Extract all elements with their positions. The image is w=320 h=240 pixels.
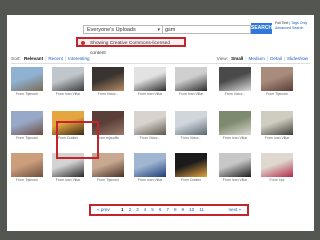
photo-thumbnail[interactable]	[175, 111, 207, 135]
pagination: « prev 1 2 3 4 5 6 7 8 9 10 11 next »	[89, 204, 249, 216]
photo-caption[interactable]: From Ivan Villar	[217, 136, 253, 140]
prev-page-link[interactable]: « prev	[97, 206, 110, 214]
view-slideshow[interactable]: Slideshow	[287, 56, 308, 61]
photo-image	[52, 67, 84, 91]
photo-thumbnail[interactable]	[219, 153, 251, 177]
photo-image	[219, 153, 251, 177]
photo-thumbnail[interactable]	[134, 67, 166, 91]
full-text-option[interactable]: Full Text	[275, 21, 288, 25]
photo-caption[interactable]: From Ivan Villar	[173, 92, 209, 96]
page-link-9[interactable]: 9	[182, 207, 185, 212]
photo-caption[interactable]: From Tijsnunk	[90, 178, 126, 182]
photo-thumbnail[interactable]	[261, 67, 293, 91]
photo-thumbnail[interactable]	[11, 67, 43, 91]
photo-caption[interactable]: From Tijsnunk	[9, 92, 45, 96]
photo-caption[interactable]: From Victor...	[173, 136, 209, 140]
page-link-4[interactable]: 4	[144, 207, 147, 212]
photo-thumbnail[interactable]	[219, 67, 251, 91]
photo-caption[interactable]: From Ivan Villar	[217, 178, 253, 182]
photo-image	[261, 67, 293, 91]
photo-image	[134, 67, 166, 91]
search-scope-value: Everyone's Uploads	[87, 27, 136, 33]
photo-caption[interactable]: From Ivan Villar	[50, 178, 86, 182]
photo-thumbnail[interactable]	[175, 67, 207, 91]
photo-image	[175, 67, 207, 91]
page-link-10[interactable]: 10	[189, 207, 194, 212]
view-small[interactable]: Small	[231, 56, 243, 61]
page-link-11[interactable]: 11	[199, 207, 204, 212]
photo-thumbnail[interactable]	[11, 111, 43, 135]
creative-commons-notice: Showing Creative Commons-licensed conten…	[76, 37, 186, 56]
page-link-7[interactable]: 7	[166, 207, 169, 212]
highlighted-photo-frame	[56, 121, 99, 159]
photo-image	[219, 67, 251, 91]
page-link-5[interactable]: 5	[151, 207, 154, 212]
page-link-8[interactable]: 8	[174, 207, 177, 212]
search-results-page: Everyone's Uploads ▾ gsm SEARCH Full Tex…	[7, 15, 314, 231]
sort-relevant[interactable]: Relevant	[24, 56, 43, 61]
photo-image	[11, 153, 43, 177]
photo-image	[175, 111, 207, 135]
toolbar-divider	[11, 63, 310, 64]
page-link-2[interactable]: 2	[129, 207, 132, 212]
photo-caption[interactable]: From Irpz	[259, 178, 295, 182]
view-label: View:	[216, 56, 228, 61]
photo-caption[interactable]: From Tijsnunk	[9, 178, 45, 182]
photo-caption[interactable]: From Tijsnunk	[259, 92, 295, 96]
next-page-link[interactable]: next »	[228, 206, 241, 214]
photo-image	[134, 111, 166, 135]
photo-thumbnail[interactable]	[261, 111, 293, 135]
photo-image	[11, 111, 43, 135]
chevron-down-icon: ▾	[157, 27, 160, 33]
photo-caption[interactable]: From Ivan Villar	[259, 136, 295, 140]
photo-thumbnail[interactable]	[52, 67, 84, 91]
photo-thumbnail[interactable]	[219, 111, 251, 135]
view-medium[interactable]: Medium	[249, 56, 265, 61]
photo-caption[interactable]: From Ivan Villar	[50, 92, 86, 96]
search-input[interactable]: gsm	[163, 25, 251, 34]
page-numbers: 1 2 3 4 5 6 7 8 9 10 11	[121, 206, 209, 214]
photo-caption[interactable]: From Victor...	[217, 92, 253, 96]
search-button[interactable]: SEARCH	[251, 23, 272, 34]
photo-image	[261, 153, 293, 177]
sort-label: Sort:	[11, 56, 21, 61]
photo-thumbnail[interactable]	[261, 153, 293, 177]
photo-image	[219, 111, 251, 135]
photo-image	[175, 153, 207, 177]
photo-image	[92, 67, 124, 91]
page-link-3[interactable]: 3	[136, 207, 139, 212]
photo-image	[11, 67, 43, 91]
photo-thumbnail[interactable]	[92, 67, 124, 91]
view-options: View: Small | Medium | Detail | Slideshow	[216, 56, 308, 61]
advanced-search-link[interactable]: Advanced Search	[275, 26, 303, 30]
photo-caption[interactable]: From Tijsnunk	[9, 136, 45, 140]
creative-commons-icon	[81, 41, 85, 45]
sort-interesting[interactable]: Interesting	[68, 56, 89, 61]
photo-caption[interactable]: From Ivan Villar	[132, 178, 168, 182]
sort-options: Sort: Relevant | Recent | Interesting	[11, 56, 90, 61]
page-link-6[interactable]: 6	[159, 207, 162, 212]
search-scope-select[interactable]: Everyone's Uploads ▾	[83, 25, 163, 34]
photo-image	[134, 153, 166, 177]
page-link-1[interactable]: 1	[121, 207, 124, 212]
photo-caption[interactable]: From Victor...	[90, 92, 126, 96]
view-detail[interactable]: Detail	[270, 56, 282, 61]
results-toolbar: Sort: Relevant | Recent | Interesting View: …	[7, 54, 314, 63]
photo-thumbnail[interactable]	[175, 153, 207, 177]
photo-caption[interactable]: From Victor...	[132, 136, 168, 140]
sort-recent[interactable]: Recent	[48, 56, 63, 61]
search-options: Full Text | Tags Only Advanced Search	[275, 21, 308, 30]
tags-only-link[interactable]: Tags Only	[291, 21, 307, 25]
photo-image	[261, 111, 293, 135]
photo-caption[interactable]: From Ivan Villar	[132, 92, 168, 96]
photo-caption[interactable]: From Dubies	[173, 178, 209, 182]
photo-thumbnail[interactable]	[134, 111, 166, 135]
photo-thumbnail[interactable]	[11, 153, 43, 177]
photo-thumbnail[interactable]	[134, 153, 166, 177]
